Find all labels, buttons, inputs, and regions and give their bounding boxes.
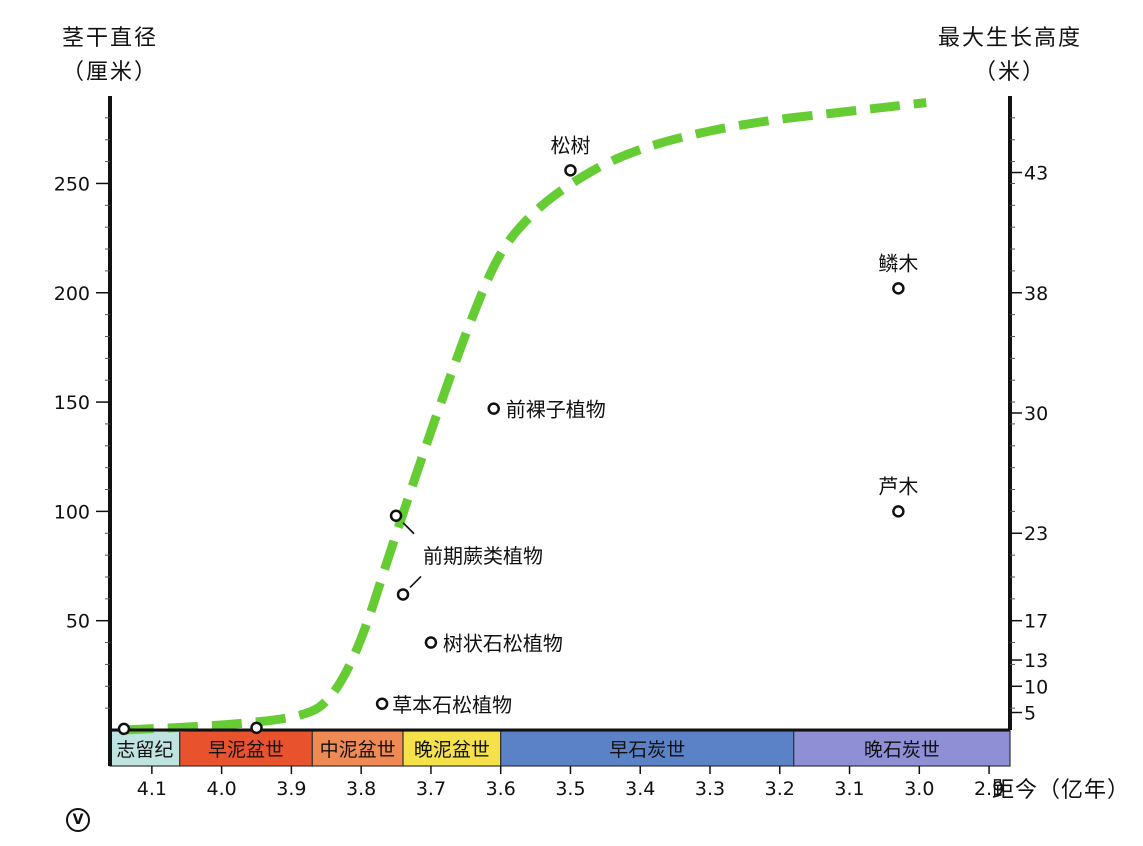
- period-label: 早泥盆世: [208, 739, 284, 761]
- data-point: [564, 164, 577, 177]
- right-tick-label: 10: [1024, 676, 1048, 698]
- left-tick-label: 150: [54, 392, 90, 414]
- data-point: [424, 636, 438, 649]
- point-label: 树状石松植物: [443, 632, 563, 656]
- x-tick-label: 3.2: [765, 778, 795, 800]
- data-point: [375, 697, 389, 711]
- x-tick-label: 3.5: [555, 778, 585, 800]
- right-axis-title: 最大生长高度 （米）: [925, 22, 1095, 90]
- data-point: [117, 722, 131, 736]
- data-point: [487, 402, 500, 415]
- point-label: 松树: [550, 133, 590, 157]
- right-tick-label: 5: [1024, 703, 1036, 725]
- data-point: [389, 509, 403, 523]
- right-tick-label: 38: [1024, 283, 1048, 305]
- left-axis-title-text: 茎干直径: [61, 26, 158, 51]
- left-tick-label: 250: [54, 173, 90, 195]
- data-point: [396, 588, 410, 601]
- x-tick-label: 3.0: [904, 778, 934, 800]
- point-label: 前裸子植物: [506, 398, 606, 422]
- period-bar: 志留纪 早泥盆世 中泥盆世 晚泥盆世 早石炭世 晚石炭世: [109, 730, 1011, 767]
- x-tick-label: 3.6: [486, 778, 516, 800]
- left-tick-label: 200: [54, 283, 90, 305]
- period-label: 晚泥盆世: [414, 739, 490, 761]
- data-point: [250, 721, 263, 735]
- right-tick-label: 17: [1024, 611, 1048, 633]
- x-tick-label: 4.1: [137, 778, 167, 800]
- data-point: [892, 505, 905, 518]
- period-label: 志留纪: [116, 739, 173, 761]
- point-label: 草本石松植物: [392, 693, 512, 717]
- right-tick-label: 13: [1024, 650, 1048, 672]
- x-tick-label: 3.3: [695, 778, 725, 800]
- data-point: [892, 282, 905, 295]
- right-axis-title-text: 最大生长高度: [937, 26, 1082, 51]
- x-tick-label: 3.1: [834, 778, 864, 800]
- x-tick-label: 3.4: [625, 778, 655, 800]
- x-tick-label: 3.7: [416, 778, 446, 800]
- x-tick-label: 3.8: [346, 778, 376, 800]
- point-label: 鳞木: [878, 251, 918, 275]
- x-tick-label: 3.9: [276, 778, 306, 800]
- group-leader-line: [402, 522, 415, 535]
- period-label: 早石炭世: [609, 739, 685, 761]
- group-leader-line: [409, 575, 422, 589]
- right-axis-unit: （米）: [973, 60, 1046, 85]
- left-axis-unit: （厘米）: [61, 60, 158, 85]
- left-tick-label: 50: [66, 611, 90, 633]
- x-tick-label: 4.0: [207, 778, 237, 800]
- period-label: 中泥盆世: [320, 739, 396, 761]
- chart-plot: 志留纪 早泥盆世 中泥盆世 晚泥盆世 早石炭世 晚石炭世 50 100 150 200 250 5 1…: [54, 96, 1048, 800]
- period-label: 晚石炭世: [864, 739, 940, 761]
- group-label: 前期蕨类植物: [423, 544, 543, 568]
- right-tick-label: 30: [1024, 403, 1048, 425]
- right-tick-label: 23: [1024, 523, 1048, 545]
- logo-icon: V: [66, 808, 90, 832]
- point-label: 芦木: [878, 474, 918, 498]
- x-axis-unit: 距今（亿年）: [992, 778, 1131, 803]
- right-tick-label: 43: [1024, 163, 1048, 185]
- left-axis-title: 茎干直径 （厘米）: [40, 22, 180, 90]
- left-tick-label: 100: [54, 501, 90, 523]
